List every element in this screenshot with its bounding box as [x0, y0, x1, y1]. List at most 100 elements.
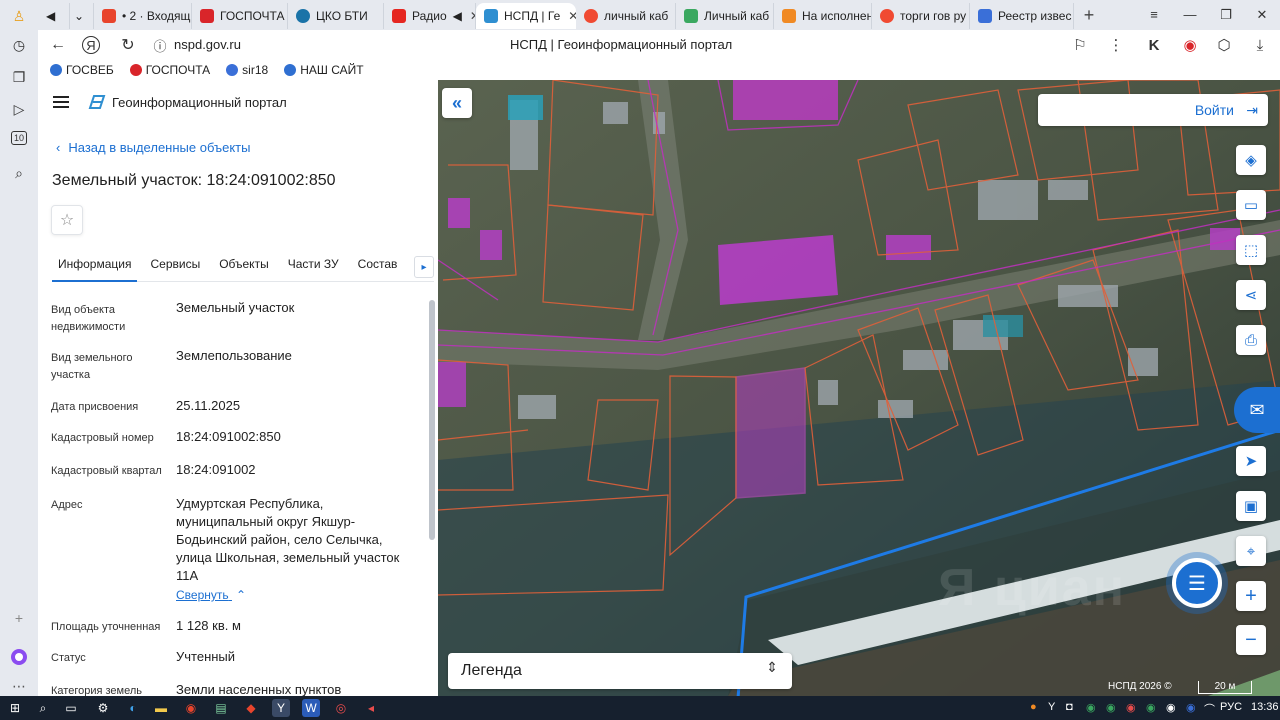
- windows-start-icon[interactable]: ⊞: [6, 699, 24, 717]
- geolocate-button[interactable]: ➤: [1236, 446, 1266, 476]
- app-icon[interactable]: ◂: [362, 699, 380, 717]
- bookmark-nash-sait[interactable]: НАШ САЙТ: [284, 63, 364, 77]
- tab-parts[interactable]: Части ЗУ: [282, 256, 345, 282]
- panel-scrollbar[interactable]: [428, 292, 436, 696]
- tab-composition[interactable]: Состав: [352, 256, 404, 282]
- edge-icon[interactable]: ◐: [124, 699, 142, 717]
- tab-7[interactable]: На исполнен: [774, 3, 872, 29]
- tab-3[interactable]: Радио ◀︎ ✕: [384, 3, 476, 29]
- collapse-panel-button[interactable]: «: [442, 88, 472, 118]
- map-canvas[interactable]: [438, 80, 1280, 696]
- minimap-button[interactable]: ▣: [1236, 491, 1266, 521]
- attribute-label: Дата присвоения: [51, 401, 139, 413]
- app-icon[interactable]: ◉: [182, 699, 200, 717]
- mute-tab-button[interactable]: ◀︎: [38, 3, 70, 29]
- clock[interactable]: 13:36: [1251, 701, 1279, 713]
- tray-icon[interactable]: ●: [1030, 701, 1037, 713]
- back-to-selected-link[interactable]: ‹ Назад в выделенные объекты: [56, 140, 250, 155]
- map-view[interactable]: Я циан « Войти ⇥ ◈ ▭ ⬚ ⋖ ⎙ ✉ ➤ ▣ ⌖ + − ☰…: [438, 80, 1280, 696]
- screenshot-icon[interactable]: ⌕: [9, 163, 29, 183]
- settings-icon[interactable]: ⚙: [94, 699, 112, 717]
- attribute-value: 18:24:091002: [176, 462, 256, 477]
- tray-icon[interactable]: ◉: [1126, 701, 1136, 714]
- collections-icon[interactable]: ❐: [9, 67, 29, 87]
- tab-information[interactable]: Информация: [52, 256, 138, 282]
- reload-icon[interactable]: ↻: [118, 35, 138, 55]
- zoom-out-button[interactable]: −: [1236, 625, 1266, 655]
- tray-icon[interactable]: ◉: [1106, 701, 1116, 714]
- back-label: Назад в выделенные объекты: [68, 140, 251, 155]
- tray-icon[interactable]: ◉: [1186, 701, 1196, 714]
- select-area-button[interactable]: ⬚: [1236, 235, 1266, 265]
- gosuslugi-button[interactable]: ✉: [1234, 387, 1280, 433]
- tray-icon[interactable]: ◉: [1166, 701, 1176, 714]
- close-window-icon[interactable]: ✕: [1244, 0, 1280, 30]
- scrollbar-thumb[interactable]: [429, 300, 435, 540]
- close-icon[interactable]: ✕: [568, 9, 576, 23]
- chat-support-button[interactable]: ☰: [1172, 558, 1222, 608]
- site-info-icon[interactable]: ⓘ: [150, 35, 170, 55]
- more-icon[interactable]: ⋯: [9, 676, 29, 696]
- tab-4-active[interactable]: НСПД | Ге ✕: [476, 3, 576, 29]
- tab-8[interactable]: торги гов ру: [872, 3, 970, 29]
- legend-dropdown[interactable]: Легенда ⇕: [448, 653, 792, 689]
- tab-list-button[interactable]: ⌄: [70, 3, 94, 29]
- share-button[interactable]: ⋖: [1236, 280, 1266, 310]
- yandex-icon[interactable]: Я: [82, 36, 100, 54]
- ten-icon[interactable]: 10: [11, 131, 27, 145]
- app-icon[interactable]: ◆: [242, 699, 260, 717]
- tab-6[interactable]: Личный каб: [676, 3, 774, 29]
- tray-icon[interactable]: Y: [1048, 701, 1055, 713]
- restore-icon[interactable]: ❐: [1208, 0, 1244, 30]
- search-location-button[interactable]: ⌖: [1236, 536, 1266, 566]
- tray-icon[interactable]: ◉: [1146, 701, 1156, 714]
- more-vertical-icon[interactable]: ⋮: [1106, 35, 1126, 55]
- bookmark-gosveb[interactable]: ГОСВЕБ: [50, 63, 114, 77]
- notes-icon[interactable]: ▤: [212, 699, 230, 717]
- tabs-next-button[interactable]: ▸: [414, 256, 434, 278]
- print-button[interactable]: ⎙: [1236, 325, 1266, 355]
- wifi-icon[interactable]: ⌒: [1204, 701, 1215, 717]
- word-icon[interactable]: W: [302, 699, 320, 717]
- bookmark-icon[interactable]: ⚐: [1070, 35, 1090, 55]
- task-view-icon[interactable]: ▭: [62, 699, 80, 717]
- tab-5[interactable]: личный каб: [576, 3, 676, 29]
- tray-icon[interactable]: ◘: [1066, 701, 1073, 713]
- extension-g-icon[interactable]: ◉: [1180, 35, 1200, 55]
- menu-icon[interactable]: ≡: [1136, 0, 1172, 30]
- app-icon[interactable]: ◎: [332, 699, 350, 717]
- tray-icon[interactable]: ◉: [1086, 701, 1096, 714]
- favorite-star-button[interactable]: ☆: [51, 205, 83, 235]
- tab-9[interactable]: Реестр извес: [970, 3, 1074, 29]
- nspd-icon: [484, 9, 498, 23]
- login-button[interactable]: Войти ⇥: [1038, 94, 1268, 126]
- history-icon[interactable]: ◷: [9, 35, 29, 55]
- measure-button[interactable]: ▭: [1236, 190, 1266, 220]
- bookmark-gospochta[interactable]: ГОСПОЧТА: [129, 63, 210, 77]
- hamburger-menu-icon[interactable]: [53, 96, 69, 108]
- tab-2[interactable]: ЦКО БТИ: [288, 3, 384, 29]
- bookmark-sir18[interactable]: sir18: [226, 63, 268, 77]
- video-icon[interactable]: ▷: [9, 99, 29, 119]
- yandex-ai-icon[interactable]: ♙: [9, 6, 29, 26]
- new-tab-button[interactable]: +: [1074, 5, 1104, 26]
- search-icon[interactable]: ⌕: [34, 699, 52, 717]
- tab-0[interactable]: • 2 · Входящ: [94, 3, 192, 29]
- download-icon[interactable]: ⤓: [1250, 35, 1270, 55]
- url-text[interactable]: nspd.gov.ru: [174, 37, 241, 52]
- language-indicator[interactable]: РУС: [1220, 701, 1242, 713]
- tab-services[interactable]: Сервисы: [144, 256, 206, 282]
- extensions-icon[interactable]: ⬡: [1214, 35, 1234, 55]
- folder-icon[interactable]: ▬: [152, 699, 170, 717]
- alice-icon[interactable]: [9, 647, 29, 667]
- tab-1[interactable]: ГОСПОЧТА: [192, 3, 288, 29]
- collapse-link[interactable]: Свернуть ⌃: [176, 588, 246, 602]
- zoom-in-button[interactable]: +: [1236, 581, 1266, 611]
- extension-k-icon[interactable]: K: [1144, 35, 1164, 55]
- tab-objects[interactable]: Объекты: [213, 256, 275, 282]
- back-arrow-icon[interactable]: ←: [48, 35, 68, 55]
- layers-button[interactable]: ◈: [1236, 145, 1266, 175]
- minimize-icon[interactable]: —: [1172, 0, 1208, 30]
- add-panel-icon[interactable]: +: [9, 608, 29, 628]
- yandex-browser-icon[interactable]: Y: [272, 699, 290, 717]
